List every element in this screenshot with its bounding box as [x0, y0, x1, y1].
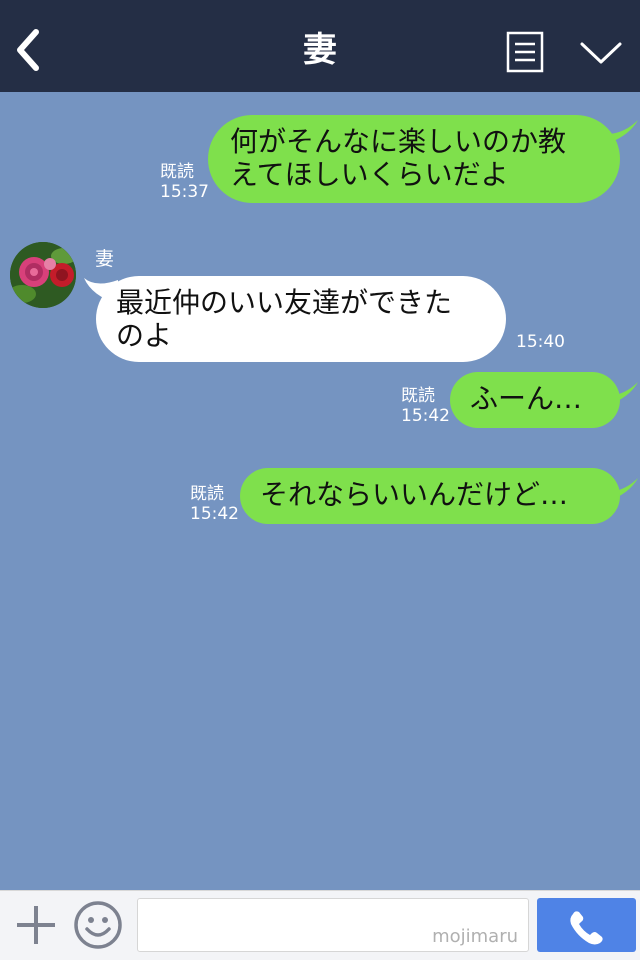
- chat-title: 妻: [303, 30, 337, 70]
- message-input[interactable]: mojimaru: [137, 898, 529, 952]
- message-bubble-sent[interactable]: ふーん…: [450, 372, 620, 428]
- read-receipt: 既読: [401, 386, 435, 406]
- add-button[interactable]: [14, 903, 58, 947]
- message-time: 15:40: [516, 332, 565, 352]
- menu-button[interactable]: [506, 31, 544, 73]
- message-time: 15:42: [401, 406, 450, 426]
- rose-avatar-icon: [10, 242, 76, 308]
- read-receipt: 既読: [190, 484, 224, 504]
- smiley-icon: [74, 901, 122, 949]
- message-time: 15:42: [190, 504, 239, 524]
- emoji-button[interactable]: [72, 899, 124, 951]
- chevron-down-icon: [580, 42, 622, 64]
- watermark-label: mojimaru: [432, 926, 518, 947]
- message-bubble-sent[interactable]: 何がそんなに楽しいのか教 えてほしいくらいだよ: [208, 115, 620, 203]
- chat-area[interactable]: 既読 15:37 何がそんなに楽しいのか教 えてほしいくらいだよ 妻 最近仲のい…: [0, 92, 640, 890]
- document-list-icon: [506, 31, 544, 73]
- message-bubble-sent[interactable]: それならいいんだけど…: [240, 468, 620, 524]
- read-receipt: 既読: [160, 162, 194, 182]
- message-bubble-received[interactable]: 最近仲のいい友達ができた のよ: [96, 276, 506, 362]
- message-time: 15:37: [160, 182, 209, 202]
- plus-icon: [17, 906, 55, 944]
- sender-name: 妻: [95, 248, 115, 270]
- chat-header: 妻: [0, 0, 640, 92]
- input-bar: mojimaru: [0, 890, 640, 960]
- expand-button[interactable]: [578, 38, 624, 68]
- phone-icon: [570, 911, 603, 945]
- call-button[interactable]: [537, 898, 636, 952]
- contact-avatar[interactable]: [10, 242, 76, 308]
